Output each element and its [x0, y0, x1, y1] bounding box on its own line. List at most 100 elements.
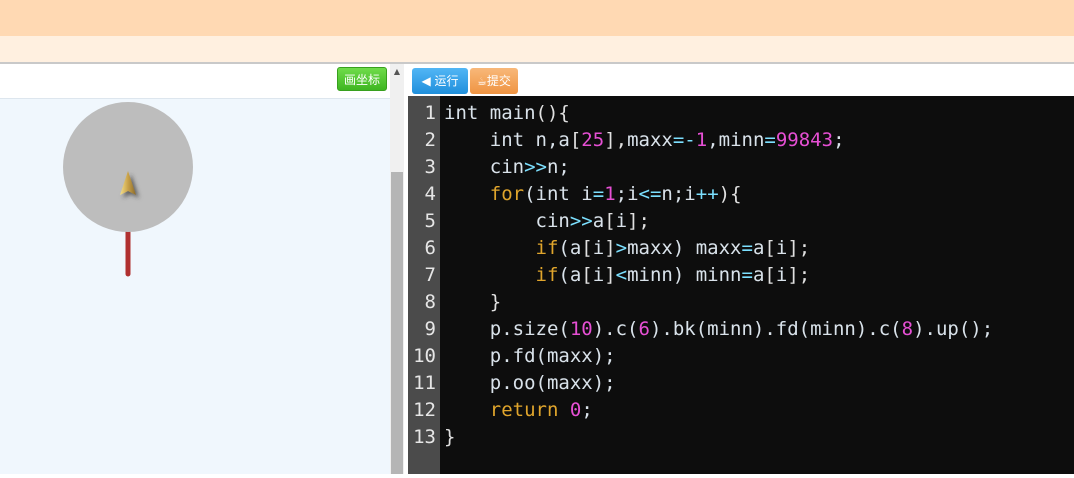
code-token: ).up();	[913, 318, 994, 340]
code-token: 8	[901, 318, 914, 340]
app-subheader-bar	[0, 36, 1074, 63]
code-text: return 0;	[444, 397, 593, 424]
line-number: 5	[424, 210, 436, 232]
code-token: minn) minn	[627, 264, 742, 286]
code-line[interactable]: 3 cin>>n;	[408, 154, 1074, 181]
code-line[interactable]: 4 for(int i=1;i<=n;i++){	[408, 181, 1074, 208]
code-text: }	[444, 424, 455, 451]
code-text: p.size(10).c(6).bk(minn).fd(minn).c(8).u…	[444, 316, 993, 343]
turtle-drawing	[63, 102, 193, 277]
code-token: ]	[604, 264, 616, 286]
code-token: <=	[638, 183, 662, 205]
line-number: 12	[413, 399, 436, 421]
code-token: ).bk(minn).fd(minn).c(	[649, 318, 902, 340]
code-token: n;	[546, 156, 570, 178]
line-number: 1	[424, 102, 436, 124]
code-token: 1	[604, 183, 616, 205]
code-token: ){	[718, 183, 742, 205]
cup-icon: ☕	[477, 75, 487, 88]
code-token: minn	[718, 129, 765, 151]
code-token: i	[592, 264, 605, 286]
canvas-toolbar: 画坐标	[0, 64, 390, 99]
code-editor[interactable]: 1 int main(){2 int n,a[25],maxx=-1,minn=9…	[408, 96, 1074, 474]
code-token: cin	[444, 210, 570, 232]
line-number: 3	[424, 156, 436, 178]
line-number: 10	[413, 345, 436, 367]
code-token: [	[764, 237, 776, 259]
code-token: p.size(	[444, 318, 570, 340]
draw-axis-button[interactable]: 画坐标	[336, 67, 387, 91]
code-token: p.oo(maxx);	[444, 372, 616, 394]
code-token: a	[592, 210, 605, 232]
code-line[interactable]: 5 cin>>a[i];	[408, 208, 1074, 235]
code-token: ;	[833, 129, 845, 151]
code-token: 99843	[775, 129, 834, 151]
code-token: =	[741, 237, 753, 259]
scroll-thumb[interactable]	[391, 172, 403, 474]
code-line[interactable]: 2 int n,a[25],maxx=-1,minn=99843;	[408, 127, 1074, 154]
code-token: if	[535, 237, 559, 259]
code-token: main	[489, 102, 536, 124]
line-number: 7	[424, 264, 436, 286]
pen-circle	[63, 102, 193, 232]
code-line[interactable]: 6 if(a[i]>maxx) maxx=a[i];	[408, 235, 1074, 262]
code-token: if	[535, 264, 559, 286]
code-token: i	[615, 210, 628, 232]
submit-label: 提交	[486, 74, 511, 88]
code-text: for(int i=1;i<=n;i++){	[444, 181, 742, 208]
code-token: [	[764, 264, 776, 286]
code-token: [	[604, 210, 616, 232]
submit-button[interactable]: ☕提交	[470, 68, 518, 94]
turtle-canvas[interactable]	[0, 99, 390, 474]
code-token: for	[489, 183, 525, 205]
code-token: ,	[707, 129, 719, 151]
code-text: int main(){	[444, 100, 570, 127]
code-token: a	[752, 264, 765, 286]
code-token: [	[581, 264, 593, 286]
code-text: cin>>n;	[444, 154, 570, 181]
code-line[interactable]: 7 if(a[i]<minn) minn=a[i];	[408, 262, 1074, 289]
canvas-scrollbar[interactable]: ▲	[390, 64, 404, 474]
code-token: >	[615, 237, 628, 259]
line-number: 11	[413, 372, 436, 394]
code-line[interactable]: 1 int main(){	[408, 100, 1074, 127]
code-line[interactable]: 13}	[408, 424, 1074, 451]
code-token: (int i	[524, 183, 593, 205]
code-token: <	[615, 264, 628, 286]
line-number: 4	[424, 183, 436, 205]
code-token: 25	[581, 129, 605, 151]
code-line[interactable]: 10 p.fd(maxx);	[408, 343, 1074, 370]
code-token: ];	[787, 237, 811, 259]
code-token: }	[444, 426, 456, 448]
line-number: 2	[424, 129, 436, 151]
code-token: int n,a	[444, 129, 570, 151]
code-token: ++	[695, 183, 719, 205]
app-header-bar	[0, 0, 1074, 36]
code-text: cin>>a[i];	[444, 208, 650, 235]
code-text: if(a[i]>maxx) maxx=a[i];	[444, 235, 811, 262]
code-token: =	[764, 129, 776, 151]
code-line[interactable]: 8 }	[408, 289, 1074, 316]
code-token: ];	[787, 264, 811, 286]
code-text: }	[444, 289, 501, 316]
code-text: p.fd(maxx);	[444, 343, 616, 370]
code-line[interactable]: 9 p.size(10).c(6).bk(minn).fd(minn).c(8)…	[408, 316, 1074, 343]
line-number: 13	[413, 426, 436, 448]
code-token: p.fd(maxx);	[444, 345, 616, 367]
canvas-panel: 画坐标	[0, 64, 390, 474]
code-token: ).c(	[592, 318, 639, 340]
run-button[interactable]: ◀ 运行	[412, 68, 468, 94]
code-token: ],	[604, 129, 628, 151]
code-line[interactable]: 12 return 0;	[408, 397, 1074, 424]
code-text: if(a[i]<minn) minn=a[i];	[444, 262, 811, 289]
code-token: 10	[569, 318, 593, 340]
code-token: =	[741, 264, 753, 286]
code-token: return	[489, 399, 559, 421]
scroll-up-arrow-icon[interactable]: ▲	[390, 64, 404, 80]
code-line[interactable]: 11 p.oo(maxx);	[408, 370, 1074, 397]
